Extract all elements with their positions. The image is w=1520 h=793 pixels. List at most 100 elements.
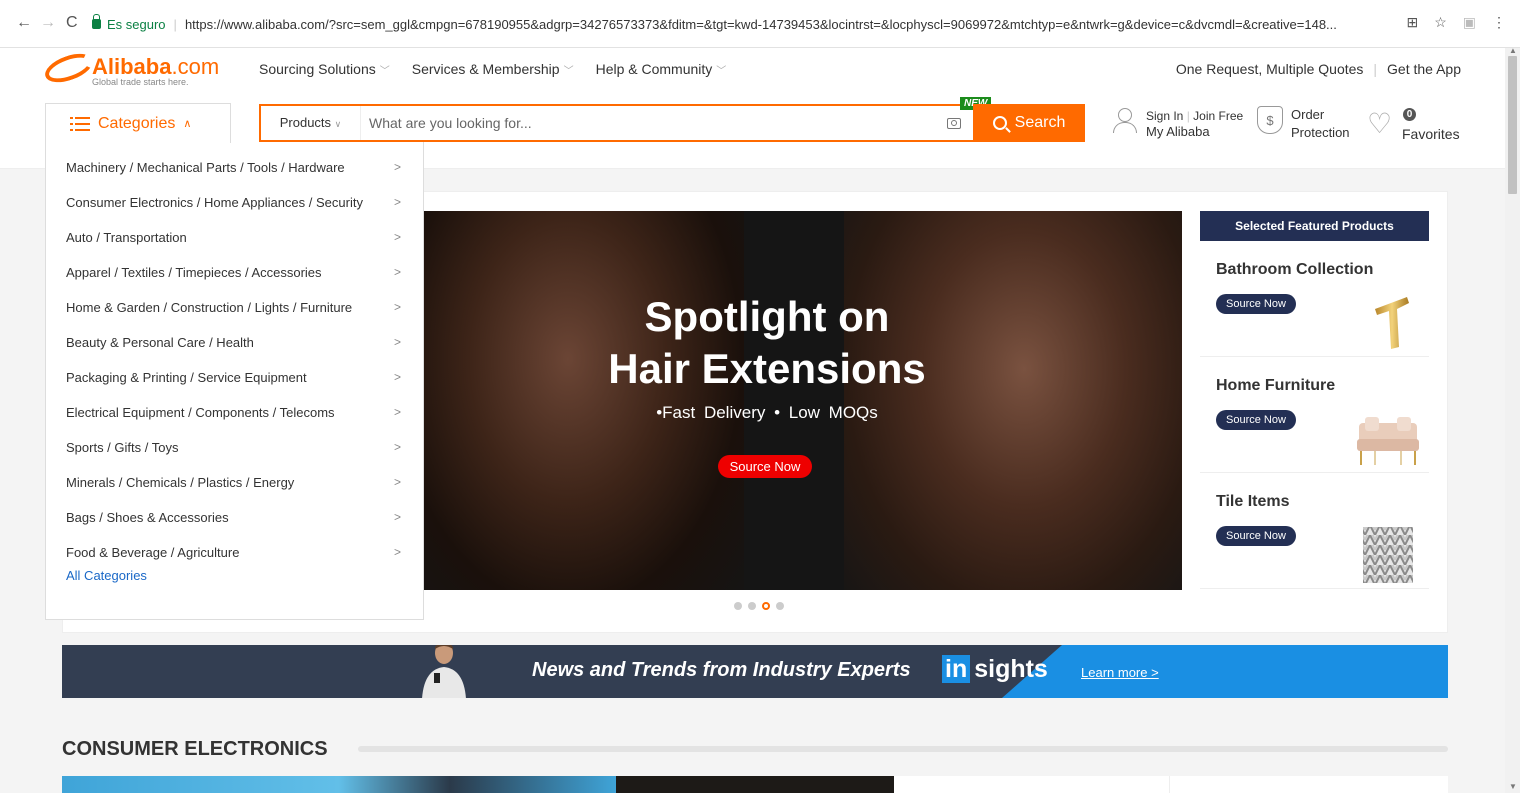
category-item[interactable]: Auto / Transportation > [46, 220, 423, 255]
heart-icon: ♡ [1367, 108, 1393, 139]
category-item[interactable]: Sports / Gifts / Toys > [46, 430, 423, 465]
categories-dropdown: Machinery / Mechanical Parts / Tools / H… [45, 142, 424, 620]
featured-item[interactable]: Bathroom Collection Source Now [1200, 241, 1429, 357]
chevron-down-icon: ﹀ [716, 66, 727, 77]
lock-icon [92, 14, 101, 29]
insights-logo: in sights [942, 655, 1048, 684]
category-item[interactable]: Electrical Equipment / Components / Tele… [46, 395, 423, 430]
chevron-right-icon: > [393, 195, 401, 209]
source-now-button[interactable]: Source Now [1216, 526, 1296, 546]
chevron-right-icon: > [393, 160, 401, 174]
join-free-link[interactable]: Join Free [1193, 109, 1243, 123]
search-input[interactable] [361, 106, 947, 140]
category-item[interactable]: Consumer Electronics / Home Appliances /… [46, 185, 423, 220]
address-bar[interactable]: Es seguro | https://www.alibaba.com/?src… [92, 11, 1422, 37]
expert-person-image [422, 645, 466, 698]
categories-button[interactable]: Categories ∧ [45, 103, 231, 143]
product-tile[interactable] [62, 776, 616, 793]
product-tile[interactable] [616, 776, 894, 793]
get-app-link[interactable]: Get the App [1387, 61, 1461, 77]
faucet-image [1375, 297, 1409, 349]
scroll-up-icon[interactable]: ▲ [1509, 46, 1517, 55]
chevron-right-icon: > [393, 405, 401, 419]
tile-image [1363, 527, 1413, 583]
reload-icon[interactable]: C [66, 14, 78, 32]
translate-icon[interactable]: ⊞ [1406, 14, 1418, 31]
shield-dollar-icon: $ [1257, 106, 1283, 134]
page-scrollbar[interactable]: ▲ ▼ [1505, 46, 1520, 793]
browser-toolbar: ← → C Es seguro | https://www.alibaba.co… [0, 0, 1520, 48]
featured-item[interactable]: Tile Items Source Now [1200, 473, 1429, 589]
order-protection[interactable]: $ Order Protection [1257, 106, 1350, 142]
top-navigation: Sourcing Solutions ﹀ Services & Membershi… [259, 61, 726, 77]
carousel-dots [734, 602, 784, 610]
chevron-right-icon: > [393, 335, 401, 349]
category-item[interactable]: Machinery / Mechanical Parts / Tools / H… [46, 150, 423, 185]
product-tile[interactable] [894, 776, 1170, 793]
scroll-down-icon[interactable]: ▼ [1509, 782, 1517, 791]
sign-in-link[interactable]: Sign In [1146, 109, 1183, 123]
featured-header: Selected Featured Products [1200, 211, 1429, 241]
consumer-electronics-tiles [62, 776, 1448, 793]
url-text: https://www.alibaba.com/?src=sem_ggl&cmp… [184, 16, 1337, 32]
section-title: CONSUMER ELECTRONICS [62, 738, 328, 760]
scrollbar-thumb[interactable] [1508, 56, 1517, 194]
carousel-dot-active[interactable] [762, 602, 770, 610]
category-item[interactable]: Bags / Shoes & Accessories > [46, 500, 423, 535]
user-icon [1112, 108, 1137, 134]
search-scope-select[interactable]: Products ∨ [261, 106, 361, 140]
user-account: Sign In | Join Free My Alibaba [1112, 108, 1243, 140]
chevron-right-icon: > [393, 475, 401, 489]
search-icon [992, 116, 1007, 130]
forward-arrow-icon[interactable]: → [40, 14, 56, 32]
search-button[interactable]: Search [973, 104, 1085, 142]
bookmark-star-icon[interactable]: ☆ [1434, 14, 1447, 31]
chevron-right-icon: > [393, 510, 401, 524]
chevron-up-icon: ∧ [183, 118, 192, 130]
category-item[interactable]: Home & Garden / Construction / Lights / … [46, 290, 423, 325]
chevron-right-icon: > [393, 230, 401, 244]
menu-kebab-icon[interactable]: ⋮ [1492, 14, 1506, 31]
chevron-right-icon: > [393, 440, 401, 454]
extension-icon[interactable]: ▣ [1463, 14, 1476, 31]
chevron-right-icon: > [393, 300, 401, 314]
category-item[interactable]: Minerals / Chemicals / Plastics / Energy… [46, 465, 423, 500]
nav-services-membership[interactable]: Services & Membership ﹀ [412, 61, 574, 77]
camera-icon[interactable] [947, 117, 961, 129]
favorites[interactable]: ♡ 0 Favorites [1367, 106, 1467, 146]
carousel-dot[interactable] [734, 602, 742, 610]
chevron-down-icon: ﹀ [563, 66, 574, 77]
banner-model-image [424, 211, 744, 590]
category-item[interactable]: Food & Beverage / Agriculture > [46, 535, 423, 570]
featured-item[interactable]: Home Furniture Source Now [1200, 357, 1429, 473]
nav-sourcing-solutions[interactable]: Sourcing Solutions ﹀ [259, 61, 390, 77]
carousel-dot[interactable] [776, 602, 784, 610]
carousel-dot[interactable] [748, 602, 756, 610]
hero-banner[interactable]: Spotlight on Hair Extensions •Fast Deliv… [424, 211, 1182, 590]
secure-indicator[interactable]: Es seguro [92, 14, 166, 32]
category-item[interactable]: Packaging & Printing / Service Equipment… [46, 360, 423, 395]
banner-source-now-button[interactable]: Source Now [718, 455, 812, 478]
banner-title: Spotlight on Hair Extensions [608, 293, 926, 392]
chevron-right-icon: > [393, 265, 401, 279]
my-alibaba-link[interactable]: My Alibaba [1146, 124, 1243, 140]
favorites-count: 0 [1403, 108, 1416, 121]
product-tile[interactable] [1170, 776, 1448, 793]
category-item[interactable]: Beauty & Personal Care / Health > [46, 325, 423, 360]
chevron-right-icon: > [393, 545, 401, 559]
source-now-button[interactable]: Source Now [1216, 410, 1296, 430]
nav-help-community[interactable]: Help & Community ﹀ [596, 61, 727, 77]
source-now-button[interactable]: Source Now [1216, 294, 1296, 314]
search-bar: Products ∨ [259, 104, 973, 142]
learn-more-link[interactable]: Learn more > [1081, 665, 1159, 680]
top-right-links: One Request, Multiple Quotes | Get the A… [1175, 61, 1461, 77]
section-divider [358, 746, 1448, 752]
chevron-down-icon: ﹀ [379, 66, 390, 77]
sofa-image [1357, 417, 1419, 465]
rfq-link[interactable]: One Request, Multiple Quotes [1176, 61, 1364, 77]
back-arrow-icon[interactable]: ← [16, 14, 32, 32]
list-icon [70, 116, 90, 131]
insights-headline: News and Trends from Industry Experts [532, 659, 911, 681]
category-item[interactable]: Apparel / Textiles / Timepieces / Access… [46, 255, 423, 290]
insights-banner[interactable]: News and Trends from Industry Experts in… [62, 645, 1448, 698]
